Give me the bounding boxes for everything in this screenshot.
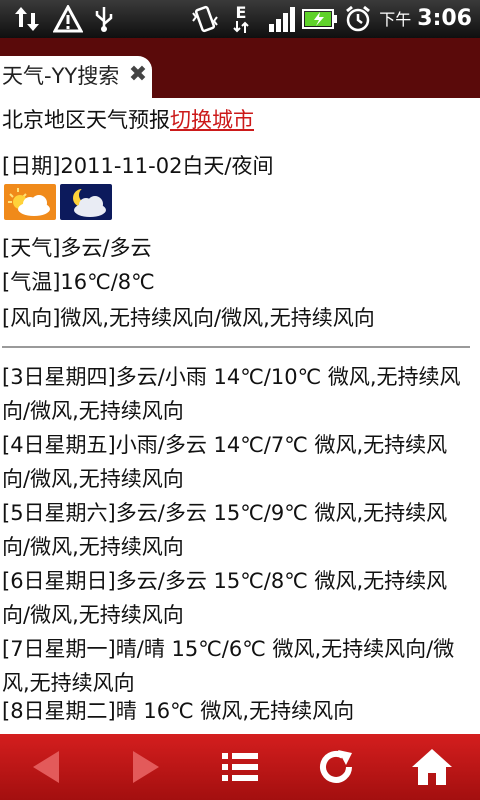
refresh-icon xyxy=(320,750,352,783)
wind-line: [风向]微风,无持续风向/微风,无持续风向 xyxy=(2,306,375,330)
forward-arrow-icon xyxy=(133,751,159,783)
partly-cloudy-day-icon xyxy=(4,184,56,220)
forecast-item: [4日星期五]小雨/多云 14℃/7℃ 微风,无持续风向/微风,无持续风向 xyxy=(2,433,448,491)
tab-bar: 天气-YY搜索 ✖ xyxy=(0,38,480,98)
data-transfer-icon xyxy=(12,4,42,34)
vibrate-icon xyxy=(190,4,220,34)
menu-button[interactable] xyxy=(210,742,270,792)
list-icon xyxy=(222,753,258,781)
date-line: [日期]2011-11-02白天/夜间 xyxy=(2,154,274,178)
forecast-item: [6日星期日]多云/多云 15℃/8℃ 微风,无持续风向/微风,无持续风向 xyxy=(2,569,448,627)
weather-content: 北京地区天气预报切换城市 [日期]2011-11-02白天/夜间 [天气]多云/… xyxy=(0,98,480,734)
tab-title: 天气-YY搜索 xyxy=(2,64,120,88)
warning-icon xyxy=(52,4,84,34)
forward-button[interactable] xyxy=(116,742,176,792)
status-bar: E 下午 3:06 xyxy=(0,0,480,38)
home-button[interactable] xyxy=(402,742,462,792)
battery-charging-icon xyxy=(302,4,338,34)
clock-time: 3:06 xyxy=(417,6,472,31)
forecast-item: [5日星期六]多云/多云 15℃/9℃ 微风,无持续风向/微风,无持续风向 xyxy=(2,501,448,559)
signal-icon xyxy=(266,4,298,34)
page-heading: 北京地区天气预报切换城市 xyxy=(2,104,254,134)
bottom-toolbar xyxy=(0,734,480,800)
page-title: 北京地区天气预报 xyxy=(2,108,170,132)
browser-tab[interactable]: 天气-YY搜索 ✖ xyxy=(0,56,152,98)
clock-ampm: 下午 xyxy=(379,10,412,29)
switch-city-link[interactable]: 切换城市 xyxy=(170,108,254,132)
forecast-item: [3日星期四]多云/小雨 14℃/10℃ 微风,无持续风向/微风,无持续风向 xyxy=(2,365,461,423)
back-arrow-icon xyxy=(33,751,59,783)
network-edge-icon: E xyxy=(230,4,252,34)
close-icon[interactable]: ✖ xyxy=(126,63,150,87)
forecast-item: [8日星期二]晴 16℃ 微风,无持续风向 xyxy=(2,699,355,723)
alarm-icon xyxy=(342,4,374,34)
clock: 下午 3:06 xyxy=(379,0,472,38)
temperature-line: [气温]16℃/8℃ xyxy=(2,270,155,294)
home-icon xyxy=(412,749,452,785)
forecast-item: [7日星期一]晴/晴 15℃/6℃ 微风,无持续风向/微风,无持续风向 xyxy=(2,637,455,695)
cloudy-night-icon xyxy=(60,184,112,220)
divider xyxy=(2,346,470,348)
refresh-button[interactable] xyxy=(306,742,366,792)
weather-line: [天气]多云/多云 xyxy=(2,236,152,260)
back-button[interactable] xyxy=(16,742,76,792)
usb-icon xyxy=(92,4,116,34)
